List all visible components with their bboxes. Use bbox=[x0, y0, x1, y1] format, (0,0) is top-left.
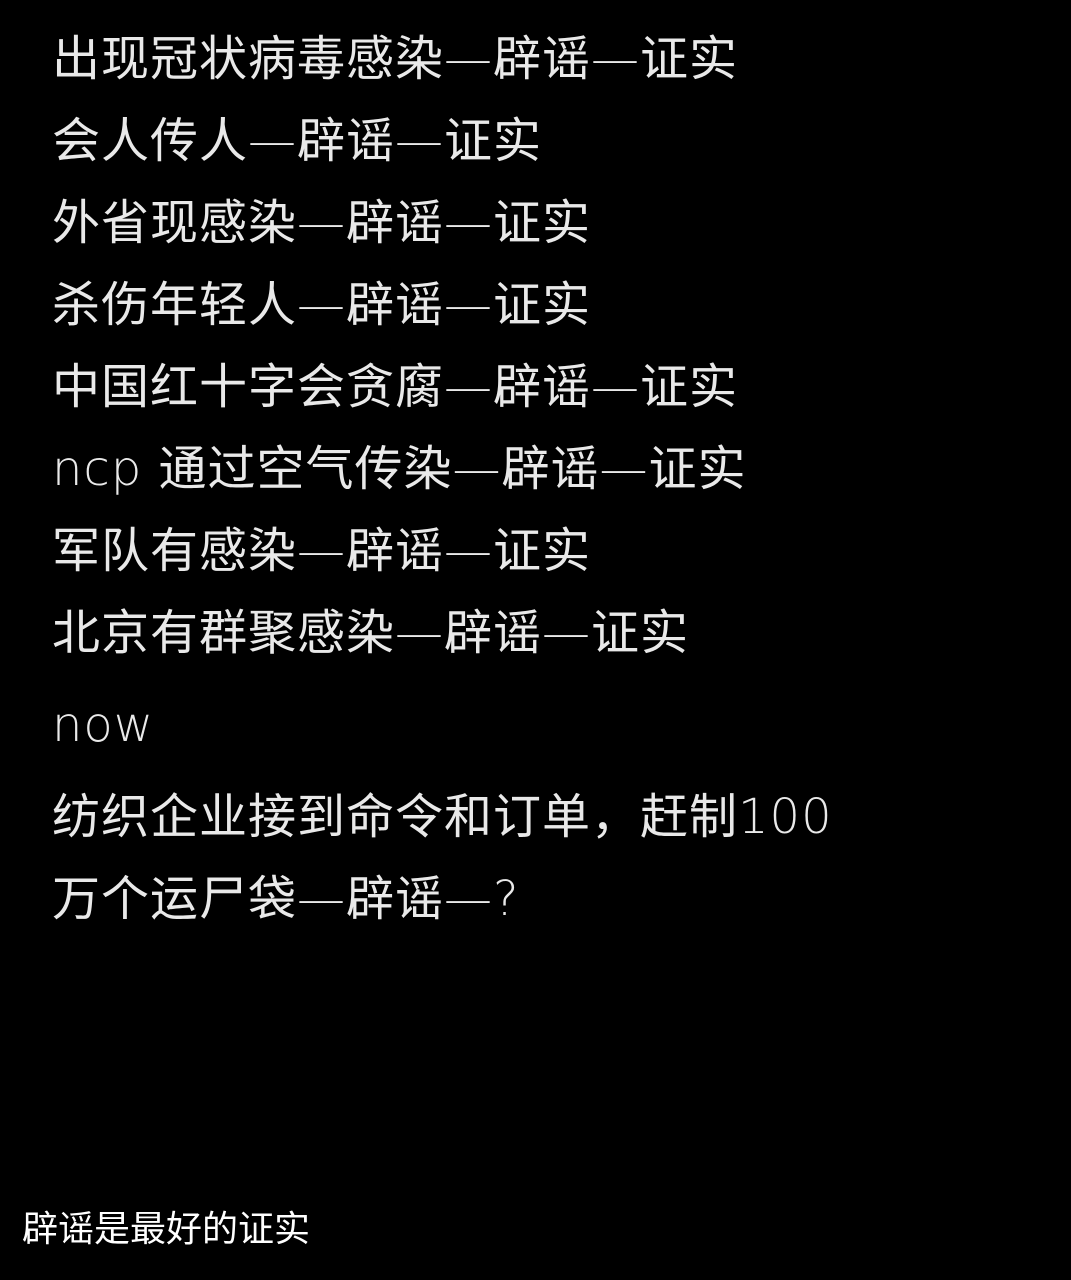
note-line: 会人传人—辟谣—证实 bbox=[52, 113, 543, 169]
caption-text: 辟谣是最好的证实 bbox=[22, 1209, 311, 1250]
note-text-block: 出现冠状病毒感染—辟谣—证实 会人传人—辟谣—证实 外省现感染—辟谣—证实 杀伤… bbox=[52, 18, 1052, 940]
note-line: 出现冠状病毒感染—辟谣—证实 bbox=[52, 31, 739, 87]
note-line: 北京有群聚感染—辟谣—证实 bbox=[52, 605, 690, 661]
note-final-line: 纺织企业接到命令和订单，赶制100 bbox=[52, 789, 833, 845]
note-line: 杀伤年轻人—辟谣—证实 bbox=[52, 277, 592, 333]
note-now-label: now bbox=[52, 697, 155, 753]
note-line: 外省现感染—辟谣—证实 bbox=[52, 195, 592, 251]
note-final-line: 万个运尸袋—辟谣—? bbox=[52, 871, 520, 927]
note-line: 中国红十字会贪腐—辟谣—证实 bbox=[52, 359, 739, 415]
screen: { "note": { "lines": [ "出现冠状病毒感染—辟谣—证实",… bbox=[0, 0, 1071, 1280]
note-line: ncp 通过空气传染—辟谣—证实 bbox=[52, 441, 747, 497]
note-line: 军队有感染—辟谣—证实 bbox=[52, 523, 592, 579]
